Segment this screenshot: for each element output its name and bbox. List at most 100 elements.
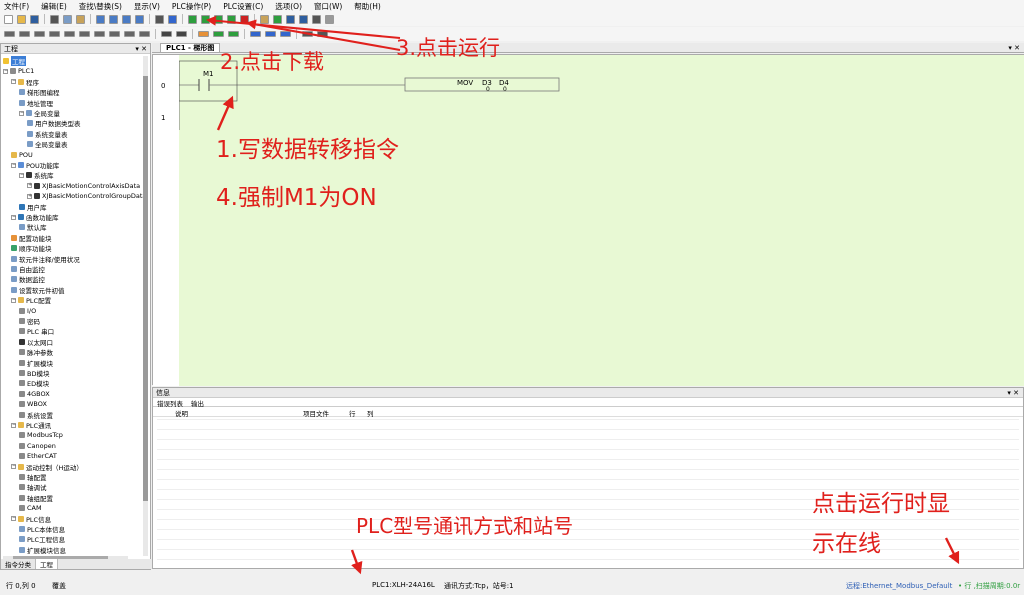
s-icon[interactable] <box>228 31 239 37</box>
arrow-up-icon[interactable] <box>161 31 172 37</box>
tree-node[interactable]: − 程序 <box>11 77 39 87</box>
tree-node[interactable]: WBOX <box>19 399 47 409</box>
collapse-icon[interactable]: − <box>3 68 8 74</box>
tree-node[interactable]: 密码 <box>19 316 40 326</box>
collapse-icon[interactable]: − <box>11 464 16 470</box>
ladder-editor[interactable]: 0 1 M1 MOV D3 D4 0 0 <box>152 54 1024 386</box>
tree-node[interactable]: 软元件注释/使用状况 <box>11 254 80 264</box>
undo-icon[interactable] <box>96 14 105 24</box>
warning-icon[interactable] <box>325 14 334 24</box>
menu-options[interactable]: 选项(O) <box>275 1 302 12</box>
ladder-parallel-icon[interactable] <box>64 31 75 37</box>
upload-icon[interactable] <box>201 14 210 24</box>
grid-icon[interactable] <box>302 31 313 37</box>
tree-node[interactable]: 工程 <box>3 56 26 66</box>
collapse-icon[interactable]: − <box>11 297 16 303</box>
column-col[interactable]: 列 <box>367 408 374 418</box>
ladder-coil-icon[interactable] <box>79 31 90 37</box>
tab-output[interactable]: 输出 <box>187 398 208 408</box>
tree-node[interactable]: BD模块 <box>19 368 49 378</box>
cut-icon[interactable] <box>50 14 59 24</box>
tree-node[interactable]: PLC 串口 <box>19 326 54 336</box>
tree-node[interactable]: PLC本体信息 <box>19 524 65 534</box>
tree-node[interactable]: 配置功能块 <box>11 233 52 243</box>
tree-node[interactable]: PLC工程信息 <box>19 534 65 544</box>
replace-icon[interactable] <box>135 14 144 24</box>
lock-icon[interactable] <box>260 14 269 24</box>
tab-ladder-plc1[interactable]: PLC1 - 梯形图 <box>160 43 221 52</box>
paste-icon[interactable] <box>76 14 85 24</box>
menu-plc-operation[interactable]: PLC操作(P) <box>172 1 211 12</box>
tree-node[interactable]: 轴组配置 <box>19 493 53 503</box>
save-icon[interactable] <box>30 14 39 24</box>
status-remote-link[interactable]: 远程:Ethernet_Modbus_Default <box>846 581 952 591</box>
tree-node[interactable]: + XJBasicMotionControlGroupData <box>27 191 144 201</box>
menu-view[interactable]: 显示(V) <box>134 1 160 12</box>
ladder-hline-icon[interactable] <box>94 31 105 37</box>
tab-project[interactable]: 工程 <box>36 559 58 569</box>
zoom-fit-icon[interactable] <box>250 31 261 37</box>
tree-node[interactable]: CAM <box>19 503 42 513</box>
tree-node[interactable]: Canopen <box>19 441 56 451</box>
collapse-icon[interactable]: − <box>11 422 16 428</box>
tree-node[interactable]: I/O <box>19 306 36 316</box>
ladder-contact-rise-icon[interactable] <box>34 31 45 37</box>
collapse-icon[interactable]: − <box>11 214 16 220</box>
stop-icon[interactable] <box>240 14 249 24</box>
ladder-vline-icon[interactable] <box>109 31 120 37</box>
panel-pin-close-icon[interactable]: ▾ ✕ <box>135 45 150 53</box>
tree-node[interactable]: 4GBOX <box>19 389 50 399</box>
menu-find-replace[interactable]: 查找\替换(S) <box>79 1 122 12</box>
zoom-in-icon[interactable] <box>265 31 276 37</box>
memory-icon[interactable] <box>312 14 321 24</box>
tree-node[interactable]: 轴调试 <box>19 482 47 492</box>
collapse-icon[interactable]: − <box>19 110 24 116</box>
menu-window[interactable]: 窗口(W) <box>314 1 342 12</box>
ladder-contact-nc-icon[interactable] <box>19 31 30 37</box>
tab-error-list[interactable]: 错误列表 <box>153 398 187 408</box>
ladder-canvas[interactable]: M1 MOV D3 D4 0 0 <box>178 55 1024 386</box>
download-icon[interactable] <box>188 14 197 24</box>
copy-icon[interactable] <box>63 14 72 24</box>
plc-online-icon[interactable] <box>299 14 308 24</box>
tree-node[interactable]: 以太网口 <box>19 337 53 347</box>
collapse-icon[interactable]: − <box>11 79 16 85</box>
collapse-icon[interactable]: − <box>11 516 16 522</box>
tree-node[interactable]: 自由监控 <box>11 264 45 274</box>
monitor-icon[interactable] <box>273 14 282 24</box>
print-icon[interactable] <box>155 14 164 24</box>
find-icon[interactable] <box>122 14 131 24</box>
tree-node[interactable]: − PLC配置 <box>11 295 51 305</box>
tree-node[interactable]: 轴配置 <box>19 472 47 482</box>
tree-node[interactable]: − POU功能库 <box>11 160 59 170</box>
tree-node[interactable]: − PLC信息 <box>11 514 51 524</box>
tree-node[interactable]: 数据监控 <box>11 274 45 284</box>
expand-icon[interactable]: + <box>27 183 32 189</box>
tree-node[interactable]: 全局变量表 <box>27 139 68 149</box>
redo-icon[interactable] <box>109 14 118 24</box>
menu-plc-settings[interactable]: PLC设置(C) <box>223 1 263 12</box>
tree-node[interactable]: − 函数功能库 <box>11 212 59 222</box>
ladder-instruction-icon[interactable] <box>124 31 135 37</box>
menu-help[interactable]: 帮助(H) <box>354 1 381 12</box>
collapse-icon[interactable]: − <box>19 172 24 178</box>
tree-node[interactable]: − 系统库 <box>19 170 54 180</box>
tree-node[interactable]: − 全局变量 <box>19 108 60 118</box>
tree-node[interactable]: − PLC1 <box>3 66 34 76</box>
column-description[interactable]: 说明 <box>175 408 188 418</box>
tree-node[interactable]: 脉冲参数 <box>19 347 53 357</box>
tree-node[interactable]: ModbusTcp <box>19 430 63 440</box>
tree-node[interactable]: 地址管理 <box>19 98 53 108</box>
arrow-down-icon[interactable] <box>176 31 187 37</box>
tree-node[interactable]: 顺序功能块 <box>11 243 52 253</box>
tree-node[interactable]: 扩展模块 <box>19 358 53 368</box>
column-project-file[interactable]: 项目文件 <box>303 408 329 418</box>
tree-node[interactable]: 设置软元件初值 <box>11 285 65 295</box>
expand-icon[interactable]: + <box>27 193 32 199</box>
tree-node[interactable]: POU <box>11 150 33 160</box>
tree-node[interactable]: ED模块 <box>19 378 49 388</box>
tree-node[interactable]: 扩展模块信息 <box>19 545 66 555</box>
tab-instruction-category[interactable]: 指令分类 <box>1 559 36 569</box>
tree-node[interactable]: 默认库 <box>19 222 47 232</box>
upload-compare-icon[interactable] <box>214 14 223 24</box>
